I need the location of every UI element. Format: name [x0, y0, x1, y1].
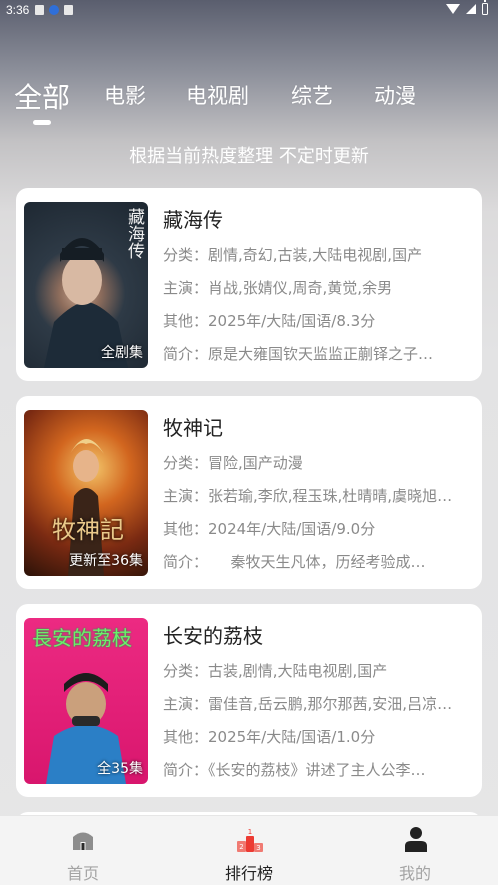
nav-profile-label: 我的 — [398, 864, 431, 883]
wifi-icon — [446, 4, 460, 14]
nav-ranking-label: 排行榜 — [224, 864, 273, 883]
item-title: 藏海传 — [163, 208, 223, 232]
episode-badge: 全剧集 — [101, 345, 143, 361]
tab-tv-series[interactable]: 电视剧 — [186, 80, 249, 110]
poster-image: 藏海传 全剧集 — [24, 202, 148, 368]
poster-title-text: 藏海传 — [128, 208, 145, 262]
battery-icon — [482, 0, 488, 15]
item-cast: 主演：张若瑜,李欣,程玉珠,杜晴晴,虞晓旭… — [163, 487, 453, 505]
item-category: 分类：冒险,国产动漫 — [163, 454, 303, 472]
home-icon — [73, 832, 93, 850]
item-cast: 主演：肖战,张婧仪,周奇,黄觉,余男 — [163, 279, 393, 297]
bottom-nav: 首页 1 2 3 排行榜 我的 — [0, 815, 498, 885]
notification-icon — [35, 5, 45, 15]
item-other: 其他：2025年/大陆/国语/8.3分 — [163, 312, 376, 330]
ranking-podium-icon: 1 2 3 — [237, 828, 263, 852]
svg-text:3: 3 — [256, 844, 260, 852]
item-category: 分类：古装,剧情,大陆电视剧,国产 — [163, 662, 388, 680]
svg-text:2: 2 — [239, 843, 243, 851]
poster-image: 牧神記 更新至36集 — [24, 410, 148, 576]
item-intro: 简介：原是大雍国钦天监监正蒯铎之子… — [163, 345, 434, 363]
nav-home[interactable]: 首页 — [0, 816, 166, 885]
user-icon — [405, 827, 427, 852]
notification-icon-2 — [64, 5, 74, 15]
page-subtitle: 根据当前热度整理 不定时更新 — [129, 146, 369, 167]
item-category: 分类：剧情,奇幻,古装,大陆电视剧,国产 — [163, 246, 423, 264]
app-notification-icon — [49, 5, 60, 15]
item-title: 牧神记 — [163, 416, 223, 440]
list-item[interactable]: 藏海传 全剧集 藏海传 分类：剧情,奇幻,古装,大陆电视剧,国产 主演：肖战,张… — [16, 188, 482, 381]
item-other: 其他：2025年/大陆/国语/1.0分 — [163, 728, 376, 746]
poster-title-text: 牧神記 — [52, 516, 124, 544]
nav-ranking[interactable]: 1 2 3 排行榜 — [166, 816, 332, 885]
item-title: 长安的荔枝 — [163, 624, 263, 648]
list-item[interactable]: 牧神記 更新至36集 牧神记 分类：冒险,国产动漫 主演：张若瑜,李欣,程玉珠,… — [16, 396, 482, 589]
category-tabs: 全部 电影 电视剧 综艺 动漫 — [14, 80, 484, 130]
status-icons — [446, 0, 488, 15]
active-tab-indicator — [33, 120, 51, 125]
status-time: 3:36 — [6, 3, 30, 17]
episode-badge: 全35集 — [97, 761, 143, 777]
nav-profile[interactable]: 我的 — [332, 816, 498, 885]
poster-image: 長安的荔枝 全35集 — [24, 618, 148, 784]
item-other: 其他：2024年/大陆/国语/9.0分 — [163, 520, 376, 538]
item-cast: 主演：雷佳音,岳云鹏,那尔那茜,安沺,吕凉… — [163, 695, 453, 713]
status-bar: 3:36 — [0, 0, 498, 20]
nav-home-label: 首页 — [66, 864, 99, 883]
tab-movie[interactable]: 电影 — [104, 80, 146, 110]
episode-badge: 更新至36集 — [69, 553, 143, 569]
item-intro: 简介：《长安的荔枝》讲述了主人公李… — [163, 761, 426, 779]
signal-icon — [466, 4, 476, 14]
item-intro: 简介： 秦牧天生凡体，历经考验成… — [163, 553, 426, 571]
poster-title-text: 長安的荔枝 — [32, 626, 132, 650]
svg-text:1: 1 — [248, 828, 252, 836]
tab-all[interactable]: 全部 — [14, 76, 70, 116]
list-item[interactable]: 長安的荔枝 全35集 长安的荔枝 分类：古装,剧情,大陆电视剧,国产 主演：雷佳… — [16, 604, 482, 797]
tab-anime[interactable]: 动漫 — [374, 80, 416, 110]
tab-variety[interactable]: 综艺 — [291, 80, 333, 110]
